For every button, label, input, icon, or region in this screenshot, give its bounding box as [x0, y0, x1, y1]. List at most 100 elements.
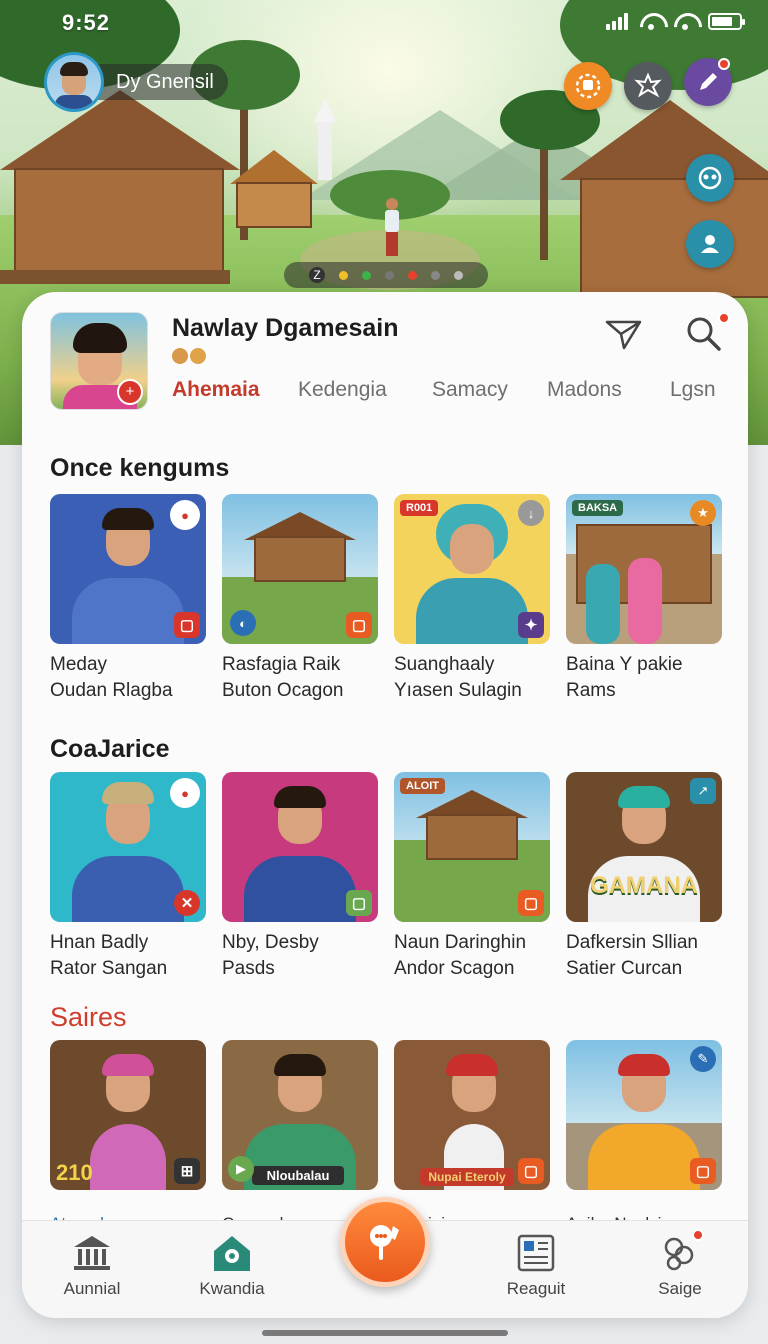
game-tile[interactable]: Nloubalau ▶	[222, 1040, 378, 1190]
battery-icon	[708, 12, 745, 30]
thumbnail[interactable]: GAMANA ↗	[566, 772, 722, 922]
thumbnail[interactable]: BAKSA ★	[566, 494, 722, 644]
tile-caption: Dafkersin Sllian Satier Curcan	[566, 932, 698, 979]
bottom-nav: Aunnial Kwandia Reaguit Saige	[22, 1197, 748, 1318]
thumbnail[interactable]: ✎ ▢	[566, 1040, 722, 1190]
achievement-button[interactable]	[564, 62, 612, 110]
thumbnail[interactable]: ● ▢	[50, 494, 206, 644]
tile-caption: Naun Daringhin Andor Scagon	[394, 932, 527, 979]
game-tile[interactable]: ◐ ▢ Rasfagia Raik Buton Ocagon	[222, 494, 378, 704]
label-tag: R001	[400, 500, 439, 516]
header-tools	[604, 312, 730, 354]
tile-tag: 210	[56, 1160, 93, 1185]
plus-badge-icon[interactable]: ✦	[518, 612, 544, 638]
label-tag: ALOIT	[400, 778, 445, 794]
square-badge-icon[interactable]: ▢	[346, 612, 372, 638]
page-indicator[interactable]: Z	[284, 262, 488, 288]
page-dot[interactable]	[431, 270, 440, 280]
star-icon[interactable]: ★	[690, 500, 716, 526]
game-tile[interactable]: ▢ Nby, Desby Pasds	[222, 772, 378, 982]
nav-label: Saige	[658, 1279, 702, 1298]
thumbnail[interactable]: R001 ↓ ✦	[394, 494, 550, 644]
page-dot[interactable]	[385, 270, 394, 280]
square-badge-icon[interactable]: ▢	[518, 1158, 544, 1184]
notification-dot	[718, 58, 730, 70]
page-dot[interactable]	[362, 270, 371, 280]
thumbnail[interactable]: ● ✕	[50, 772, 206, 922]
page-dot[interactable]	[454, 270, 463, 280]
send-icon	[605, 320, 642, 350]
play-icon[interactable]: ▶	[228, 1156, 254, 1182]
game-tile[interactable]: ● ▢ Meday Oudan Rlagba	[50, 494, 206, 704]
section-title: CoaJarice	[50, 735, 170, 763]
people-circle-icon	[698, 166, 722, 190]
nav-item-kwandia[interactable]: Kwandia	[172, 1231, 292, 1299]
nav-item-reaguit[interactable]: Reaguit	[476, 1231, 596, 1299]
section-title: Saires	[50, 1002, 127, 1032]
microphone-icon	[370, 1225, 399, 1260]
burst-icon	[634, 72, 662, 98]
home-icon	[210, 1231, 254, 1275]
close-icon[interactable]: ✕	[174, 890, 200, 916]
tile-caption: Rasfagia Raik Buton Ocagon	[222, 654, 344, 701]
tab-ahemaia[interactable]: Ahemaia	[172, 378, 298, 402]
game-tile[interactable]: ✎ ▢	[566, 1040, 722, 1190]
page-dot[interactable]	[408, 270, 417, 280]
thumbnail[interactable]: Nupai Eteroly ▢	[394, 1040, 550, 1190]
game-tile[interactable]: Nupai Eteroly ▢	[394, 1040, 550, 1190]
settings-icon	[658, 1229, 704, 1275]
nav-item-aunnial[interactable]: Aunnial	[32, 1231, 152, 1299]
thumbnail[interactable]: Nloubalau ▶	[222, 1040, 378, 1190]
tile-caption: Suanghaaly Yıasen Sulagin	[394, 654, 522, 701]
pin-icon[interactable]: ↓	[518, 500, 544, 526]
notification-dot	[718, 312, 730, 324]
game-tile[interactable]: 210 ⊞	[50, 1040, 206, 1190]
nav-label: Kwandia	[199, 1279, 265, 1298]
thumbnail[interactable]: ◐ ▢	[222, 494, 378, 644]
user-button[interactable]	[686, 220, 734, 268]
game-tile[interactable]: ALOIT ▢ Naun Daringhin Andor Scagon	[394, 772, 550, 982]
tab-madons[interactable]: Madons	[547, 378, 670, 402]
center-action-button[interactable]	[340, 1197, 430, 1287]
bank-icon	[70, 1231, 114, 1275]
edit-button[interactable]	[684, 58, 732, 106]
thumbnail[interactable]: ALOIT ▢	[394, 772, 550, 922]
send-button[interactable]	[604, 314, 644, 354]
edit-icon[interactable]: ✎	[690, 1046, 716, 1072]
search-button[interactable]	[684, 312, 730, 354]
game-tile[interactable]: BAKSA ★ Baina Y pakie Rams	[566, 494, 722, 704]
avatar[interactable]	[44, 52, 104, 112]
friends-button[interactable]	[686, 154, 734, 202]
page-title: Nawlay Dgamesain	[172, 314, 399, 342]
nav-item-saige[interactable]: Saige	[620, 1229, 740, 1299]
game-tile[interactable]: GAMANA ↗ Dafkersin Sllian Satier Curcan	[566, 772, 722, 982]
profile-chip[interactable]: Dy Gnensil	[44, 52, 228, 112]
tab-kedengia[interactable]: Kedengia	[298, 378, 432, 402]
close-badge-icon[interactable]: ▢	[174, 612, 200, 638]
tab-samacy[interactable]: Samacy	[432, 378, 547, 402]
toggle-icon[interactable]: ●	[170, 778, 200, 808]
tile-caption: Meday Oudan Rlagba	[50, 654, 173, 701]
cart-icon[interactable]: ⊞	[174, 1158, 200, 1184]
game-avatar[interactable]: +	[50, 312, 148, 410]
section-title: Once kengums	[50, 454, 230, 482]
share-icon[interactable]: ↗	[690, 778, 716, 804]
page-dot[interactable]	[339, 270, 348, 280]
thumbnail[interactable]: 210 ⊞	[50, 1040, 206, 1190]
signal-icon	[606, 12, 628, 30]
thumbnail[interactable]: ▢	[222, 772, 378, 922]
plus-badge-icon[interactable]: +	[117, 379, 143, 405]
square-badge-icon[interactable]: ▢	[346, 890, 372, 916]
tile-caption: Nby, Desby Pasds	[222, 932, 319, 979]
game-tile[interactable]: ● ✕ Hnan Badly Rator Sangan	[50, 772, 206, 982]
zoom-icon: Z	[309, 267, 325, 283]
toggle-icon[interactable]: ●	[170, 500, 200, 530]
battle-button[interactable]	[624, 62, 672, 110]
game-tile[interactable]: R001 ↓ ✦ Suanghaaly Yıasen Sulagin	[394, 494, 550, 704]
home-indicator[interactable]	[262, 1330, 508, 1336]
coin-icon	[190, 348, 206, 364]
tab-lgsn[interactable]: Lgsn	[670, 378, 730, 402]
square-badge-icon[interactable]: ▢	[690, 1158, 716, 1184]
profile-name: Dy Gnensil	[94, 64, 228, 100]
square-badge-icon[interactable]: ▢	[518, 890, 544, 916]
